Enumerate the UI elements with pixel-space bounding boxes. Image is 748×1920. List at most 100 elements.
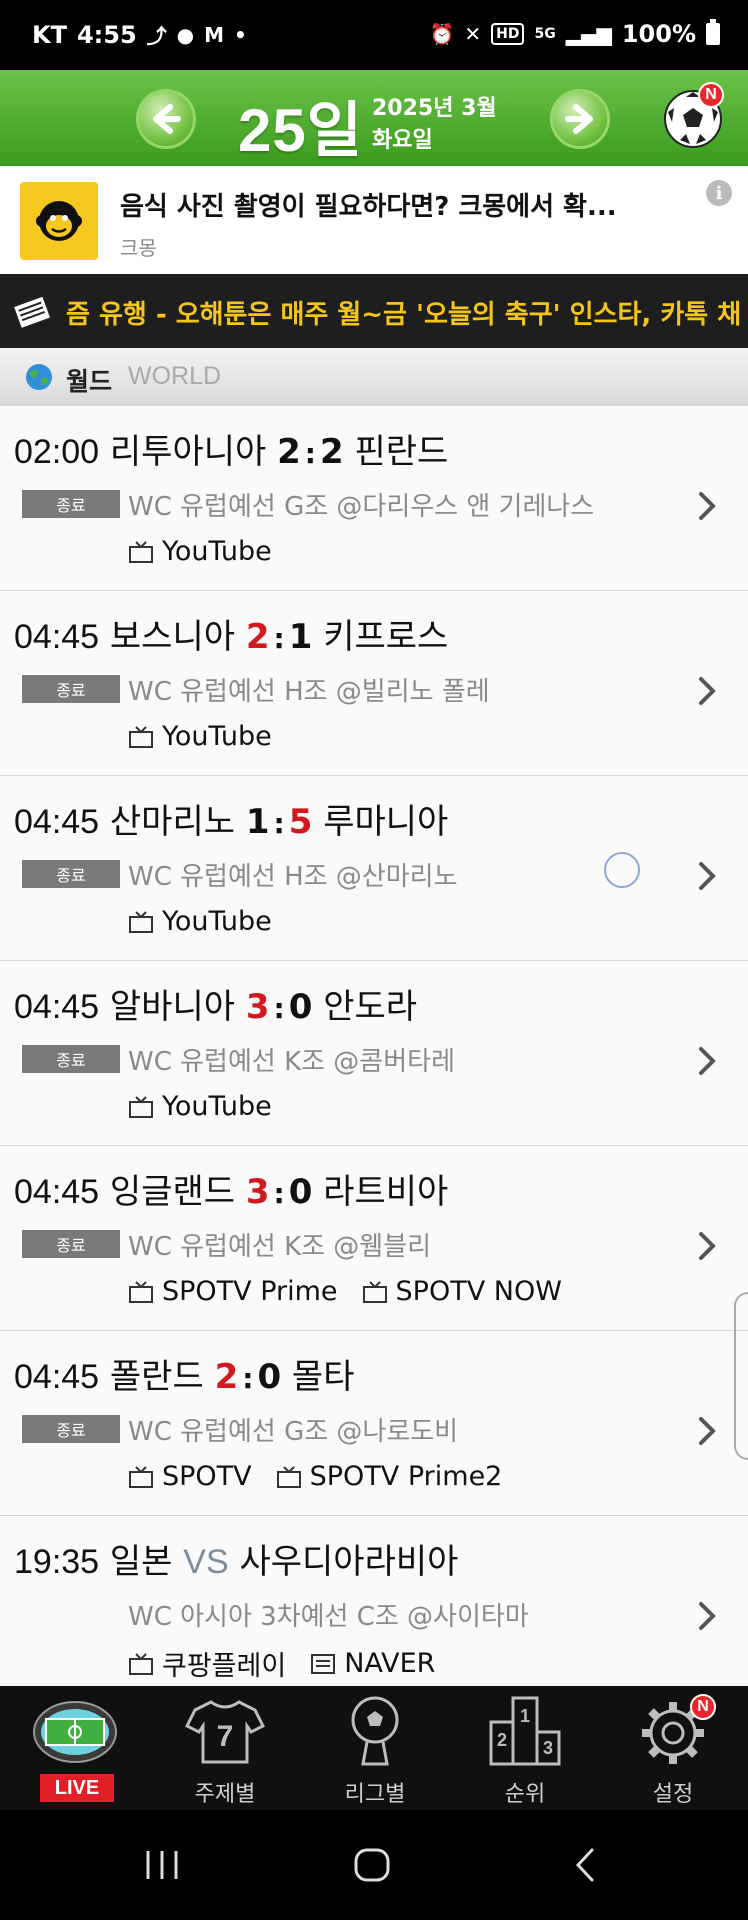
date-year-month: 2025년 3월 [372, 96, 497, 121]
home-score: 2 [214, 1357, 239, 1397]
soccer-ball-button[interactable]: N [662, 82, 724, 150]
chevron-right-icon[interactable] [692, 1041, 722, 1081]
date-weekday: 화요일 [372, 128, 433, 153]
match-row[interactable]: 04:45 알바니아 3:0 안도라 종료 WC 유럽예선 K조 @콤버타레 Y… [0, 961, 748, 1146]
status-badge: 종료 [22, 490, 120, 518]
broadcast-name: YouTube [162, 536, 272, 567]
podium-icon: 1 2 3 [489, 1696, 561, 1766]
home-team: 보스니아 [109, 617, 236, 657]
nav-live[interactable]: LIVE [0, 1686, 150, 1810]
away-team: 핀란드 [354, 432, 449, 472]
match-headline: 04:45 폴란드 2:0 몰타 [14, 1357, 355, 1397]
hd-badge: HD [491, 23, 525, 45]
chevron-right-icon[interactable] [692, 1596, 722, 1636]
away-score: 0 [288, 1172, 313, 1212]
tv-icon [129, 725, 153, 748]
nav-league-label: 리그별 [344, 1782, 406, 1807]
home-score: 2 [245, 617, 270, 657]
battery-label: 100% [621, 20, 696, 48]
loading-indicator [604, 852, 640, 888]
nav-team-label: 주제별 [194, 1782, 256, 1807]
news-ticker[interactable]: 즘 유행 - 오해툰은 매주 월~금 '오늘의 축구' 인스타, 카톡 채 [0, 274, 748, 348]
match-row[interactable]: 04:45 폴란드 2:0 몰타 종료 WC 유럽예선 G조 @나로도비 SPO… [0, 1331, 748, 1516]
status-badge: 종료 [22, 675, 120, 703]
kmong-logo [20, 182, 98, 260]
broadcast-name: SPOTV [162, 1461, 252, 1492]
match-info: WC 유럽예선 G조 @나로도비 [128, 1417, 459, 1447]
match-headline: 04:45 알바니아 3:0 안도라 [14, 987, 418, 1027]
match-row[interactable]: 19:35 일본 VS 사우디아라비아 WC 아시아 3차예선 C조 @사이타마… [0, 1516, 748, 1686]
section-header-world: 월드 WORLD [0, 348, 748, 407]
match-headline: 04:45 산마리노 1:5 루마니아 [14, 802, 449, 842]
signal-icon: ▂▄▆ [565, 22, 612, 46]
gmail-icon: M [204, 22, 225, 47]
nav-league[interactable]: 리그별 [300, 1686, 450, 1810]
list-icon [311, 1653, 336, 1674]
network-label: 5G [534, 26, 556, 42]
home-team: 리투아니아 [109, 432, 267, 472]
away-score: 5 [288, 802, 313, 842]
jersey-number: 7 [217, 1720, 234, 1753]
edge-panel-handle[interactable] [734, 1292, 748, 1460]
recent-apps-icon[interactable] [142, 1848, 182, 1882]
stock-app-icon: ⤴ [146, 24, 167, 48]
carrier-label: KT [32, 20, 67, 49]
nav-rank[interactable]: 1 2 3 순위 [450, 1686, 600, 1810]
broadcast-list: YouTube [128, 721, 272, 752]
match-row[interactable]: 02:00 리투아니아 2:2 핀란드 종료 WC 유럽예선 G조 @다리우스 … [0, 406, 748, 591]
home-icon[interactable] [352, 1846, 392, 1884]
home-score: 2 [277, 432, 301, 472]
away-score: 0 [257, 1357, 282, 1397]
newspaper-icon [12, 294, 53, 331]
match-row[interactable]: 04:45 보스니아 2:1 키프로스 종료 WC 유럽예선 H조 @빌리노 폴… [0, 591, 748, 776]
monkey-icon [36, 201, 82, 241]
tv-icon [129, 1280, 153, 1303]
chevron-right-icon[interactable] [692, 1226, 722, 1266]
nav-settings[interactable]: N 설정 [598, 1686, 748, 1810]
away-team: 몰타 [291, 1357, 355, 1397]
next-day-button[interactable] [550, 89, 610, 149]
broadcast-list: SPOTV SPOTV Prime2 [128, 1461, 502, 1492]
broadcast-name: SPOTV Prime2 [309, 1461, 503, 1492]
live-label: LIVE [40, 1774, 114, 1802]
chevron-right-icon[interactable] [692, 1411, 722, 1451]
tv-icon [129, 540, 153, 563]
status-badge: 종료 [22, 1045, 120, 1073]
system-nav-bar [0, 1810, 748, 1920]
notification-badge: N [698, 82, 724, 108]
away-score: 0 [288, 987, 313, 1027]
podium-first: 1 [520, 1706, 530, 1726]
nav-settings-label: 설정 [652, 1782, 694, 1807]
chevron-right-icon[interactable] [692, 671, 722, 711]
stadium-icon [33, 1701, 117, 1763]
chevron-right-icon[interactable] [692, 856, 722, 896]
tv-icon [362, 1280, 387, 1303]
broadcast-item: YouTube [128, 721, 272, 752]
broadcast-name: YouTube [162, 1091, 272, 1122]
vs-label: VS [183, 1543, 229, 1581]
broadcast-name: 쿠팡플레이 [162, 1651, 287, 1682]
chevron-right-icon[interactable] [692, 486, 722, 526]
date-day[interactable]: 25일 [238, 82, 363, 169]
match-row[interactable]: 04:45 잉글랜드 3:0 라트비아 종료 WC 유럽예선 K조 @웸블리 S… [0, 1146, 748, 1331]
back-icon[interactable] [570, 1846, 600, 1884]
broadcast-item: YouTube [128, 536, 272, 567]
match-time: 04:45 [14, 988, 100, 1026]
match-info: WC 유럽예선 H조 @산마리노 [128, 862, 458, 892]
away-team: 안도라 [323, 987, 418, 1027]
section-title-en: WORLD [128, 362, 222, 390]
match-info: WC 유럽예선 K조 @웸블리 [128, 1232, 432, 1262]
ad-title[interactable]: 음식 사진 촬영이 필요하다면? 크몽에서 확... [120, 186, 617, 223]
ad-banner[interactable]: 음식 사진 촬영이 필요하다면? 크몽에서 확... 크몽 i [0, 166, 748, 274]
match-headline: 04:45 보스니아 2:1 키프로스 [14, 617, 449, 657]
home-score: 3 [245, 1172, 270, 1212]
status-bar: KT 4:55 ⤴ ● M • ⏰ ✕ HD 5G ▂▄▆ 100% [0, 0, 748, 70]
away-score: 1 [288, 617, 313, 657]
ticker-text[interactable]: 즘 유행 - 오해툰은 매주 월~금 '오늘의 축구' 인스타, 카톡 채 [66, 294, 741, 331]
ad-info-icon[interactable]: i [706, 180, 732, 206]
broadcast-list: YouTube [128, 906, 272, 937]
nav-team[interactable]: 7 주제별 [150, 1686, 300, 1810]
mute-icon: ✕ [464, 22, 482, 46]
prev-day-button[interactable] [136, 89, 196, 149]
battery-icon [706, 19, 720, 45]
